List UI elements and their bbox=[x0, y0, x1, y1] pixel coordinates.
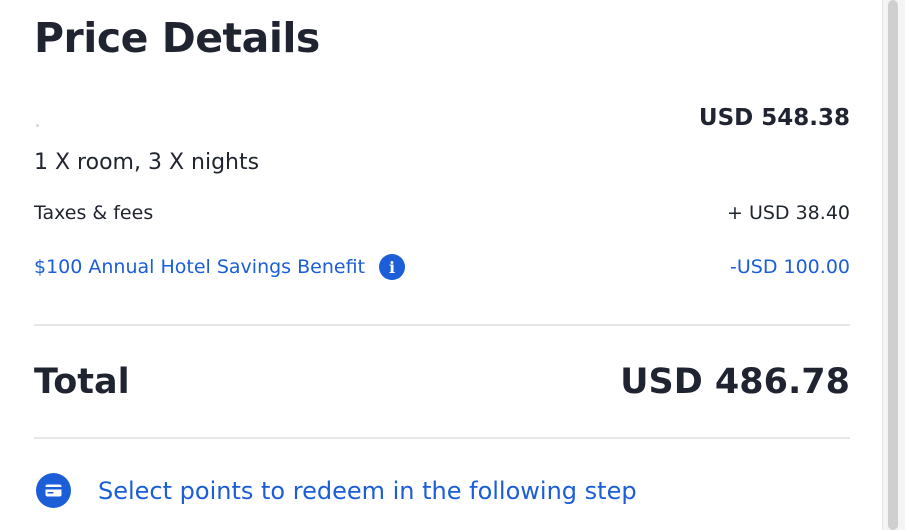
base-price-amount: USD 548.38 bbox=[698, 105, 850, 131]
total-label: Total bbox=[34, 362, 130, 402]
redeem-points-link[interactable]: Select points to redeem in the following… bbox=[36, 473, 637, 508]
taxes-amount: + USD 38.40 bbox=[727, 202, 850, 224]
room-summary: 1 X room, 3 X nights bbox=[34, 150, 260, 175]
base-price-row: USD 548.38 bbox=[34, 100, 850, 136]
scrollbar-thumb[interactable] bbox=[888, 0, 898, 530]
page-title: Price Details bbox=[34, 14, 320, 62]
credit-card-icon bbox=[36, 473, 71, 508]
divider bbox=[34, 437, 850, 439]
taxes-row: Taxes & fees + USD 38.40 bbox=[34, 199, 850, 227]
total-row: Total USD 486.78 bbox=[34, 358, 850, 406]
benefit-amount: -USD 100.00 bbox=[730, 256, 850, 278]
price-details-panel: Price Details USD 548.38 1 X room, 3 X n… bbox=[0, 0, 882, 530]
divider bbox=[34, 324, 850, 326]
total-amount: USD 486.78 bbox=[620, 362, 850, 402]
benefit-label: $100 Annual Hotel Savings Benefit bbox=[34, 256, 365, 278]
taxes-label: Taxes & fees bbox=[34, 202, 154, 224]
benefit-row: $100 Annual Hotel Savings Benefit i -USD… bbox=[34, 252, 850, 282]
benefit-left: $100 Annual Hotel Savings Benefit i bbox=[34, 254, 405, 280]
info-icon[interactable]: i bbox=[379, 254, 405, 280]
redeem-points-text[interactable]: Select points to redeem in the following… bbox=[98, 477, 637, 505]
